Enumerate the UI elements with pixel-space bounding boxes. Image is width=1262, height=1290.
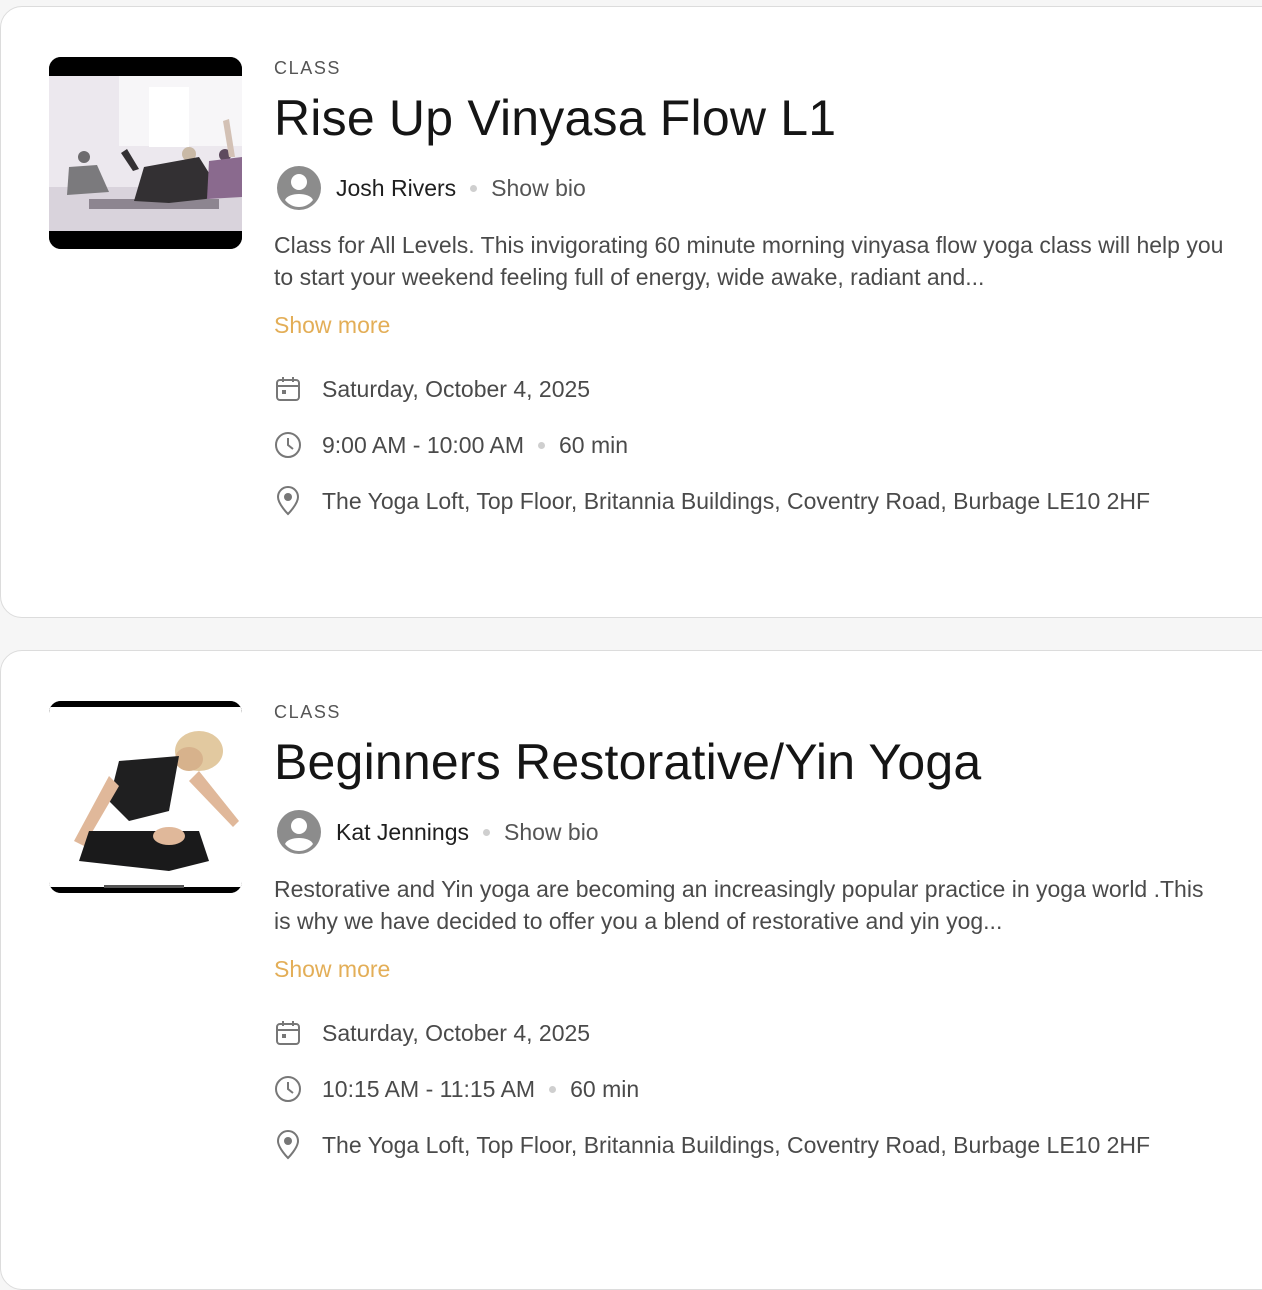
date-row: Saturday, October 4, 2025 [274,373,1234,405]
instructor-row: Josh Rivers Show bio [274,165,1234,211]
class-title[interactable]: Beginners Restorative/Yin Yoga [274,733,1234,791]
user-avatar-icon [277,166,321,210]
class-title[interactable]: Rise Up Vinyasa Flow L1 [274,89,1234,147]
location-pin-icon [274,1129,304,1161]
user-avatar-icon [277,810,321,854]
class-duration: 60 min [559,432,629,458]
class-time: 9:00 AM - 10:00 AM [322,432,525,458]
separator-dot [470,184,478,192]
class-date: Saturday, October 4, 2025 [322,1020,591,1046]
show-bio-link[interactable]: Show bio [504,819,599,846]
class-card[interactable]: CLASS Rise Up Vinyasa Flow L1 Josh River… [0,6,1262,618]
instructor-name[interactable]: Josh Rivers [336,175,456,202]
separator-dot [482,828,490,836]
location-row: The Yoga Loft, Top Floor, Britannia Buil… [274,485,1234,517]
clock-icon [274,1073,304,1105]
class-date: Saturday, October 4, 2025 [322,376,591,402]
class-duration: 60 min [570,1076,640,1102]
clock-icon [274,429,304,461]
class-location[interactable]: The Yoga Loft, Top Floor, Britannia Buil… [322,485,1202,517]
class-time: 10:15 AM - 11:15 AM [322,1076,536,1102]
location-row: The Yoga Loft, Top Floor, Britannia Buil… [274,1129,1234,1161]
separator-dot [538,441,546,449]
show-more-link[interactable]: Show more [274,309,390,341]
instructor-row: Kat Jennings Show bio [274,809,1234,855]
time-row: 10:15 AM - 11:15 AM 60 min [274,1073,1234,1105]
class-description: Class for All Levels. This invigorating … [274,232,1224,290]
yoga-studio-photo [49,57,242,249]
class-description: Restorative and Yin yoga are becoming an… [274,876,1204,934]
yoga-pose-photo [49,701,242,893]
class-location[interactable]: The Yoga Loft, Top Floor, Britannia Buil… [322,1129,1202,1161]
calendar-icon [274,373,304,405]
class-thumbnail[interactable] [49,701,242,893]
separator-dot [549,1085,557,1093]
class-card[interactable]: CLASS Beginners Restorative/Yin Yoga Kat… [0,650,1262,1290]
show-bio-link[interactable]: Show bio [491,175,586,202]
show-more-link[interactable]: Show more [274,953,390,985]
instructor-name[interactable]: Kat Jennings [336,819,469,846]
class-thumbnail[interactable] [49,57,242,249]
class-type-label: CLASS [274,702,342,722]
time-row: 9:00 AM - 10:00 AM 60 min [274,429,1234,461]
class-type-label: CLASS [274,58,342,78]
date-row: Saturday, October 4, 2025 [274,1017,1234,1049]
location-pin-icon [274,485,304,517]
calendar-icon [274,1017,304,1049]
